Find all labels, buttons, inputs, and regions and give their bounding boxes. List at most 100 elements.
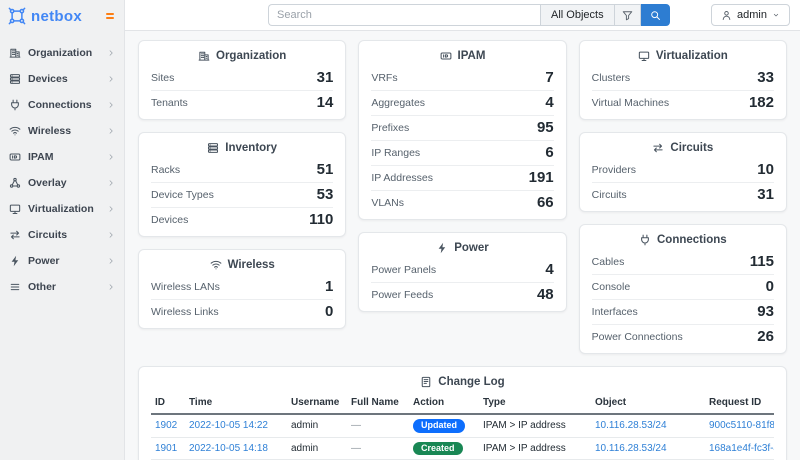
changelog-column-header[interactable]: Time — [185, 392, 287, 414]
changelog-column-header[interactable]: Username — [287, 392, 347, 414]
changelog-row: 19012022-10-05 14:18admin—CreatedIPAM > … — [151, 437, 774, 460]
changelog-id-link[interactable]: 1901 — [155, 443, 177, 454]
plug-icon — [639, 234, 651, 246]
stat-label: Power Feeds — [371, 289, 433, 301]
changelog-column-header[interactable]: Type — [479, 392, 591, 414]
stat-row[interactable]: Aggregates 4 — [371, 90, 553, 115]
user-menu-button[interactable]: admin — [711, 4, 790, 26]
sidebar-toggle-icon[interactable] — [104, 11, 116, 21]
stat-row[interactable]: Tenants 14 — [151, 90, 333, 115]
changelog-object-link[interactable]: 10.116.28.53/24 — [595, 443, 667, 454]
card-inventory: Inventory Racks 51 Device Types 53 Devic… — [138, 132, 346, 237]
chevron-right-icon — [107, 283, 115, 291]
sidebar-item-devices[interactable]: Devices — [0, 66, 124, 92]
sidebar-item-power[interactable]: Power — [0, 248, 124, 274]
sidebar-item-organization[interactable]: Organization — [0, 40, 124, 66]
stat-value: 14 — [317, 95, 334, 111]
stat-row[interactable]: Device Types 53 — [151, 182, 333, 207]
stat-label: Power Connections — [592, 331, 683, 343]
card-circuits: Circuits Providers 10 Circuits 31 — [579, 132, 787, 212]
sidebar-item-virtualization[interactable]: Virtualization — [0, 196, 124, 222]
search-filter-button[interactable] — [614, 4, 641, 26]
changelog-time-link[interactable]: 2022-10-05 14:22 — [189, 420, 268, 431]
changelog-column-header[interactable]: ID — [151, 392, 185, 414]
stat-row[interactable]: IP Addresses 191 — [371, 165, 553, 190]
stat-row[interactable]: Power Panels 4 — [371, 258, 553, 282]
stat-label: Power Panels — [371, 264, 436, 276]
stat-value: 4 — [545, 95, 553, 111]
changelog-column-header[interactable]: Action — [409, 392, 479, 414]
changelog-action-badge: Updated — [413, 419, 465, 433]
sidebar-item-circuits[interactable]: Circuits — [0, 222, 124, 248]
changelog-column-header[interactable]: Request ID — [705, 392, 774, 414]
card-power: Power Power Panels 4 Power Feeds 48 — [358, 232, 566, 312]
stat-value: 0 — [325, 304, 333, 320]
search-scope-select[interactable]: All Objects — [540, 4, 614, 26]
sidebar-nav: Organization Devices Connections Wireles… — [0, 32, 124, 300]
stat-row[interactable]: Power Feeds 48 — [371, 282, 553, 307]
graph-icon — [9, 177, 21, 189]
stat-label: Interfaces — [592, 306, 638, 318]
stat-label: Racks — [151, 164, 180, 176]
changelog-request-id-link[interactable]: 168a1e4f-fc3f-40b0-acda-d2c907a9ce22 — [709, 443, 774, 454]
stat-row[interactable]: Devices 110 — [151, 207, 333, 232]
stat-label: Console — [592, 281, 631, 293]
stat-label: Wireless Links — [151, 306, 219, 318]
stat-row[interactable]: IP Ranges 6 — [371, 140, 553, 165]
stat-row[interactable]: Prefixes 95 — [371, 115, 553, 140]
stat-row[interactable]: Cables 115 — [592, 250, 774, 274]
wifi-icon — [210, 259, 222, 271]
stat-row[interactable]: Console 0 — [592, 274, 774, 299]
stat-row[interactable]: Providers 10 — [592, 158, 774, 182]
wifi-icon — [9, 125, 21, 137]
stat-row[interactable]: Clusters 33 — [592, 66, 774, 90]
stat-row[interactable]: Sites 31 — [151, 66, 333, 90]
search-button[interactable] — [641, 4, 670, 26]
stat-value: 31 — [317, 70, 334, 86]
stat-value: 51 — [317, 162, 334, 178]
chevron-right-icon — [107, 205, 115, 213]
changelog-username: admin — [291, 420, 318, 431]
chevron-right-icon — [107, 75, 115, 83]
stat-label: Providers — [592, 164, 636, 176]
sidebar-item-overlay[interactable]: Overlay — [0, 170, 124, 196]
card-wireless: Wireless Wireless LANs 1 Wireless Links … — [138, 249, 346, 329]
stat-row[interactable]: Circuits 31 — [592, 182, 774, 207]
card-connections: Connections Cables 115 Console 0 Interfa… — [579, 224, 787, 354]
sidebar-item-connections[interactable]: Connections — [0, 92, 124, 118]
changelog-request-id-link[interactable]: 900c5110-81f8-4a3c-bb1b-977959fe8e54 — [709, 420, 774, 431]
sidebar-item-wireless[interactable]: Wireless — [0, 118, 124, 144]
stat-row[interactable]: Virtual Machines 182 — [592, 90, 774, 115]
chevron-right-icon — [107, 101, 115, 109]
changelog-type: IPAM > IP address — [483, 443, 566, 454]
stat-value: 0 — [766, 279, 774, 295]
changelog-time-link[interactable]: 2022-10-05 14:18 — [189, 443, 268, 454]
stat-row[interactable]: Wireless LANs 1 — [151, 275, 333, 299]
stat-row[interactable]: Wireless Links 0 — [151, 299, 333, 324]
sidebar-item-other[interactable]: Other — [0, 274, 124, 300]
stats-grid: Organization Sites 31 Tenants 14 Invento… — [138, 40, 787, 354]
server-icon — [207, 142, 219, 154]
changelog-full-name: — — [351, 443, 361, 454]
stat-row[interactable]: Interfaces 93 — [592, 299, 774, 324]
changelog-column-header[interactable]: Full Name — [347, 392, 409, 414]
changelog-id-link[interactable]: 1902 — [155, 420, 177, 431]
main-area: All Objects admin Organization Sites — [125, 0, 800, 460]
stats-column: IPAM VRFs 7 Aggregates 4 Prefixes 95 IP … — [358, 40, 566, 312]
server-icon — [9, 73, 21, 85]
netbox-logo-icon[interactable] — [8, 7, 26, 25]
stat-row[interactable]: Power Connections 26 — [592, 324, 774, 349]
changelog-object-link[interactable]: 10.116.28.53/24 — [595, 420, 667, 431]
changelog-column-header[interactable]: Object — [591, 392, 705, 414]
search-input[interactable] — [268, 4, 540, 26]
ip-card-icon — [440, 50, 452, 62]
changelog-table: IDTimeUsernameFull NameActionTypeObjectR… — [151, 392, 774, 460]
chevron-right-icon — [107, 179, 115, 187]
sidebar-item-ipam[interactable]: IPAM — [0, 144, 124, 170]
brand-name[interactable]: netbox — [31, 8, 82, 25]
stat-row[interactable]: Racks 51 — [151, 158, 333, 182]
stat-row[interactable]: VLANs 66 — [371, 190, 553, 215]
stat-value: 26 — [757, 329, 774, 345]
caret-down-icon — [772, 11, 780, 19]
stat-row[interactable]: VRFs 7 — [371, 66, 553, 90]
